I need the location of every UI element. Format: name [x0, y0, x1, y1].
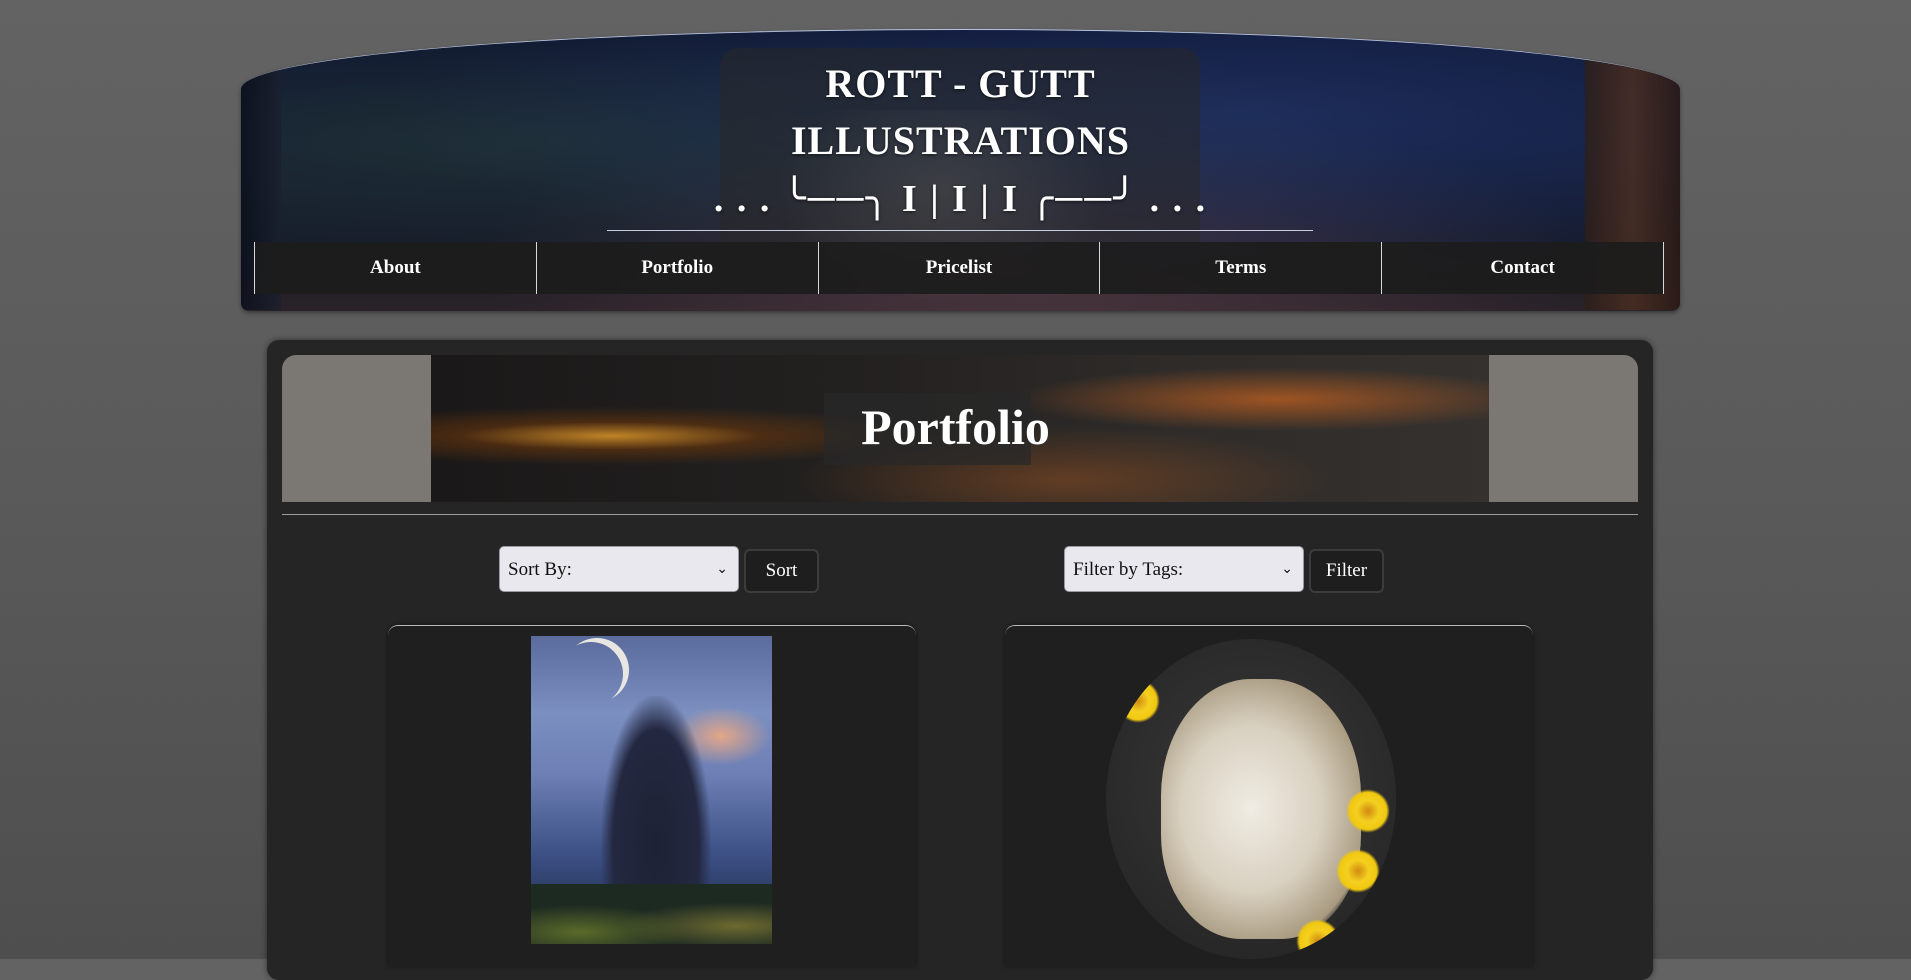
page-title: Portfolio — [861, 399, 1050, 455]
chevron-down-icon: ⌄ — [716, 561, 728, 577]
flower-shape — [1336, 849, 1380, 893]
flower-shape — [1346, 789, 1390, 833]
moon-shape — [565, 638, 629, 702]
foliage-shape — [531, 884, 772, 944]
sort-select[interactable]: Sort By: ⌄ — [499, 546, 739, 592]
filter-select-value: Filter by Tags: — [1073, 559, 1184, 580]
header-divider — [607, 230, 1313, 231]
nav-pricelist[interactable]: Pricelist — [817, 242, 1100, 294]
portfolio-image-wolf-moon[interactable] — [531, 636, 772, 944]
flower-shape — [1116, 679, 1160, 723]
filter-button[interactable]: Filter — [1309, 549, 1384, 593]
filter-tags-select[interactable]: Filter by Tags: ⌄ — [1064, 546, 1304, 592]
site-title-ornament: . . . ╰──╮ I | I | I ╭──╯ . . . — [713, 178, 1208, 220]
portfolio-image-wolf-portrait[interactable] — [1106, 639, 1396, 959]
site-header: ROTT - GUTT ILLUSTRATIONS . . . ╰──╮ I |… — [241, 29, 1680, 311]
site-title-line1: ROTT - GUTT — [825, 61, 1096, 106]
wolf-head-shape — [1161, 679, 1361, 939]
nav-portfolio[interactable]: Portfolio — [535, 242, 818, 294]
sort-button[interactable]: Sort — [744, 549, 819, 593]
nav-terms[interactable]: Terms — [1099, 242, 1381, 294]
banner-divider — [282, 514, 1638, 515]
nav-about[interactable]: About — [254, 242, 536, 294]
site-title-line2: ILLUSTRATIONS — [790, 118, 1131, 163]
nav-contact[interactable]: Contact — [1381, 242, 1664, 294]
flower-shape — [1296, 919, 1340, 959]
main-nav: About Portfolio Pricelist Terms Contact — [254, 242, 1664, 294]
chevron-down-icon: ⌄ — [1281, 561, 1293, 577]
sort-select-value: Sort By: — [508, 559, 572, 580]
